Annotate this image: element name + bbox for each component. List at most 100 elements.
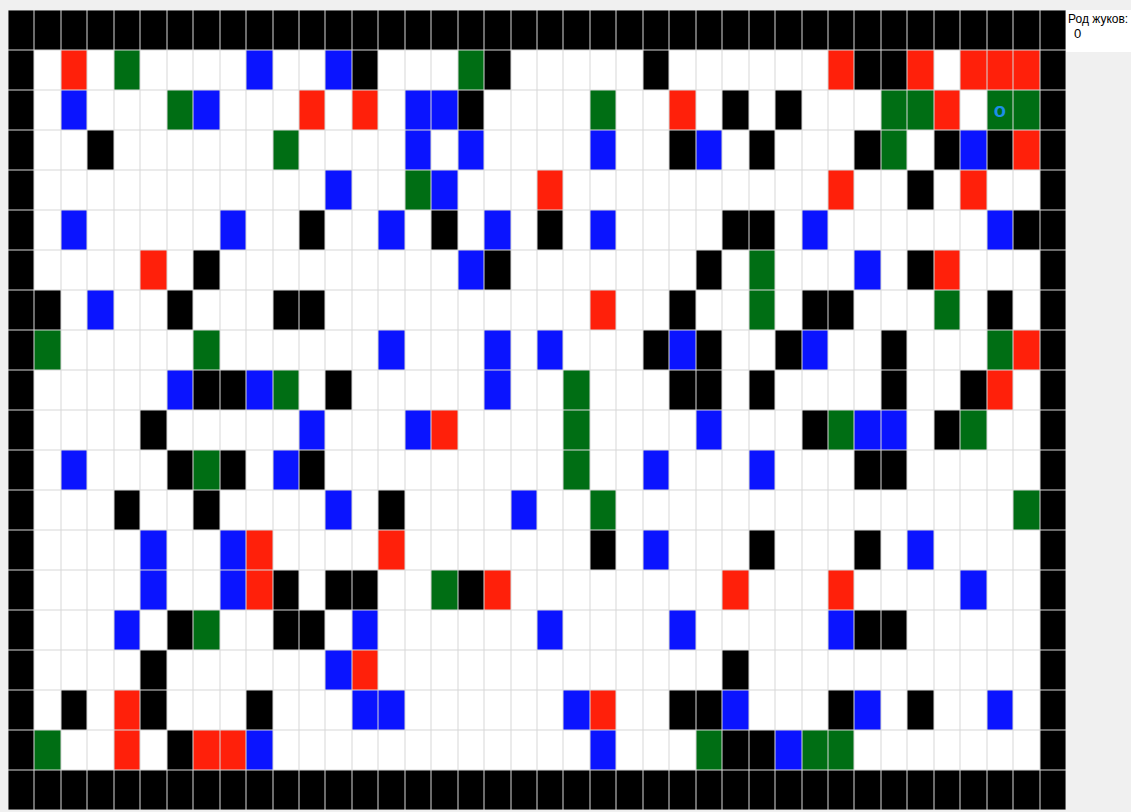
empty-cell xyxy=(167,570,193,610)
wall-cell xyxy=(802,10,828,50)
wall-cell xyxy=(616,10,642,50)
wall-cell xyxy=(34,290,60,330)
empty-cell xyxy=(643,370,669,410)
poison-cell xyxy=(590,290,616,330)
empty-cell xyxy=(537,50,563,90)
empty-cell xyxy=(616,370,642,410)
empty-cell xyxy=(484,410,510,450)
wall-cell xyxy=(854,10,880,50)
food-cell xyxy=(881,90,907,130)
empty-cell xyxy=(537,130,563,170)
empty-cell xyxy=(722,410,748,450)
empty-cell xyxy=(246,490,272,530)
wall-cell xyxy=(537,210,563,250)
empty-cell xyxy=(987,570,1013,610)
empty-cell xyxy=(484,530,510,570)
bug-cell xyxy=(987,210,1013,250)
empty-cell xyxy=(431,530,457,570)
empty-cell xyxy=(511,690,537,730)
empty-cell xyxy=(167,410,193,450)
bug-cell xyxy=(378,690,404,730)
food-cell xyxy=(590,90,616,130)
empty-cell xyxy=(140,730,166,770)
wall-cell xyxy=(934,410,960,450)
wall-cell xyxy=(722,770,748,810)
wall-cell xyxy=(484,770,510,810)
empty-cell xyxy=(114,650,140,690)
empty-cell xyxy=(960,490,986,530)
empty-cell xyxy=(987,250,1013,290)
empty-cell xyxy=(696,90,722,130)
wall-cell xyxy=(458,90,484,130)
wall-cell xyxy=(325,570,351,610)
bug-cell xyxy=(458,130,484,170)
wall-cell xyxy=(802,770,828,810)
empty-cell xyxy=(325,290,351,330)
wall-cell xyxy=(722,650,748,690)
bug-cell xyxy=(643,450,669,490)
wall-cell xyxy=(378,490,404,530)
empty-cell xyxy=(696,570,722,610)
empty-cell xyxy=(193,530,219,570)
empty-cell xyxy=(802,250,828,290)
wall-cell xyxy=(8,610,34,650)
empty-cell xyxy=(273,90,299,130)
wall-cell xyxy=(273,570,299,610)
bug-cell xyxy=(61,90,87,130)
empty-cell xyxy=(458,290,484,330)
bug-cell xyxy=(590,130,616,170)
poison-cell xyxy=(378,530,404,570)
wall-cell xyxy=(669,130,695,170)
empty-cell xyxy=(34,210,60,250)
bug-cell xyxy=(854,410,880,450)
empty-cell xyxy=(34,50,60,90)
empty-cell xyxy=(352,210,378,250)
empty-cell xyxy=(802,690,828,730)
empty-cell xyxy=(537,730,563,770)
wall-cell xyxy=(484,10,510,50)
wall-cell xyxy=(299,450,325,490)
empty-cell xyxy=(511,330,537,370)
empty-cell xyxy=(325,330,351,370)
empty-cell xyxy=(749,690,775,730)
empty-cell xyxy=(484,290,510,330)
empty-cell xyxy=(722,50,748,90)
empty-cell xyxy=(34,650,60,690)
empty-cell xyxy=(140,370,166,410)
empty-cell xyxy=(220,130,246,170)
empty-cell xyxy=(563,530,589,570)
empty-cell xyxy=(140,50,166,90)
empty-cell xyxy=(643,490,669,530)
bug-cell xyxy=(431,170,457,210)
food-cell xyxy=(934,290,960,330)
empty-cell xyxy=(934,690,960,730)
empty-cell xyxy=(87,610,113,650)
empty-cell xyxy=(616,490,642,530)
empty-cell xyxy=(114,90,140,130)
wall-cell xyxy=(987,290,1013,330)
empty-cell xyxy=(643,610,669,650)
empty-cell xyxy=(431,450,457,490)
empty-cell xyxy=(458,330,484,370)
empty-cell xyxy=(87,570,113,610)
wall-cell xyxy=(1040,770,1066,810)
empty-cell xyxy=(616,130,642,170)
wall-cell xyxy=(61,10,87,50)
empty-cell xyxy=(246,610,272,650)
empty-cell xyxy=(907,130,933,170)
empty-cell xyxy=(511,130,537,170)
bug-cell xyxy=(643,530,669,570)
food-cell xyxy=(458,50,484,90)
empty-cell xyxy=(193,290,219,330)
wall-cell xyxy=(854,450,880,490)
empty-cell xyxy=(643,650,669,690)
empty-cell xyxy=(299,530,325,570)
empty-cell xyxy=(590,50,616,90)
poison-cell xyxy=(722,570,748,610)
empty-cell xyxy=(749,410,775,450)
empty-cell xyxy=(563,250,589,290)
wall-cell xyxy=(8,330,34,370)
empty-cell xyxy=(193,130,219,170)
empty-cell xyxy=(87,690,113,730)
empty-cell xyxy=(563,290,589,330)
